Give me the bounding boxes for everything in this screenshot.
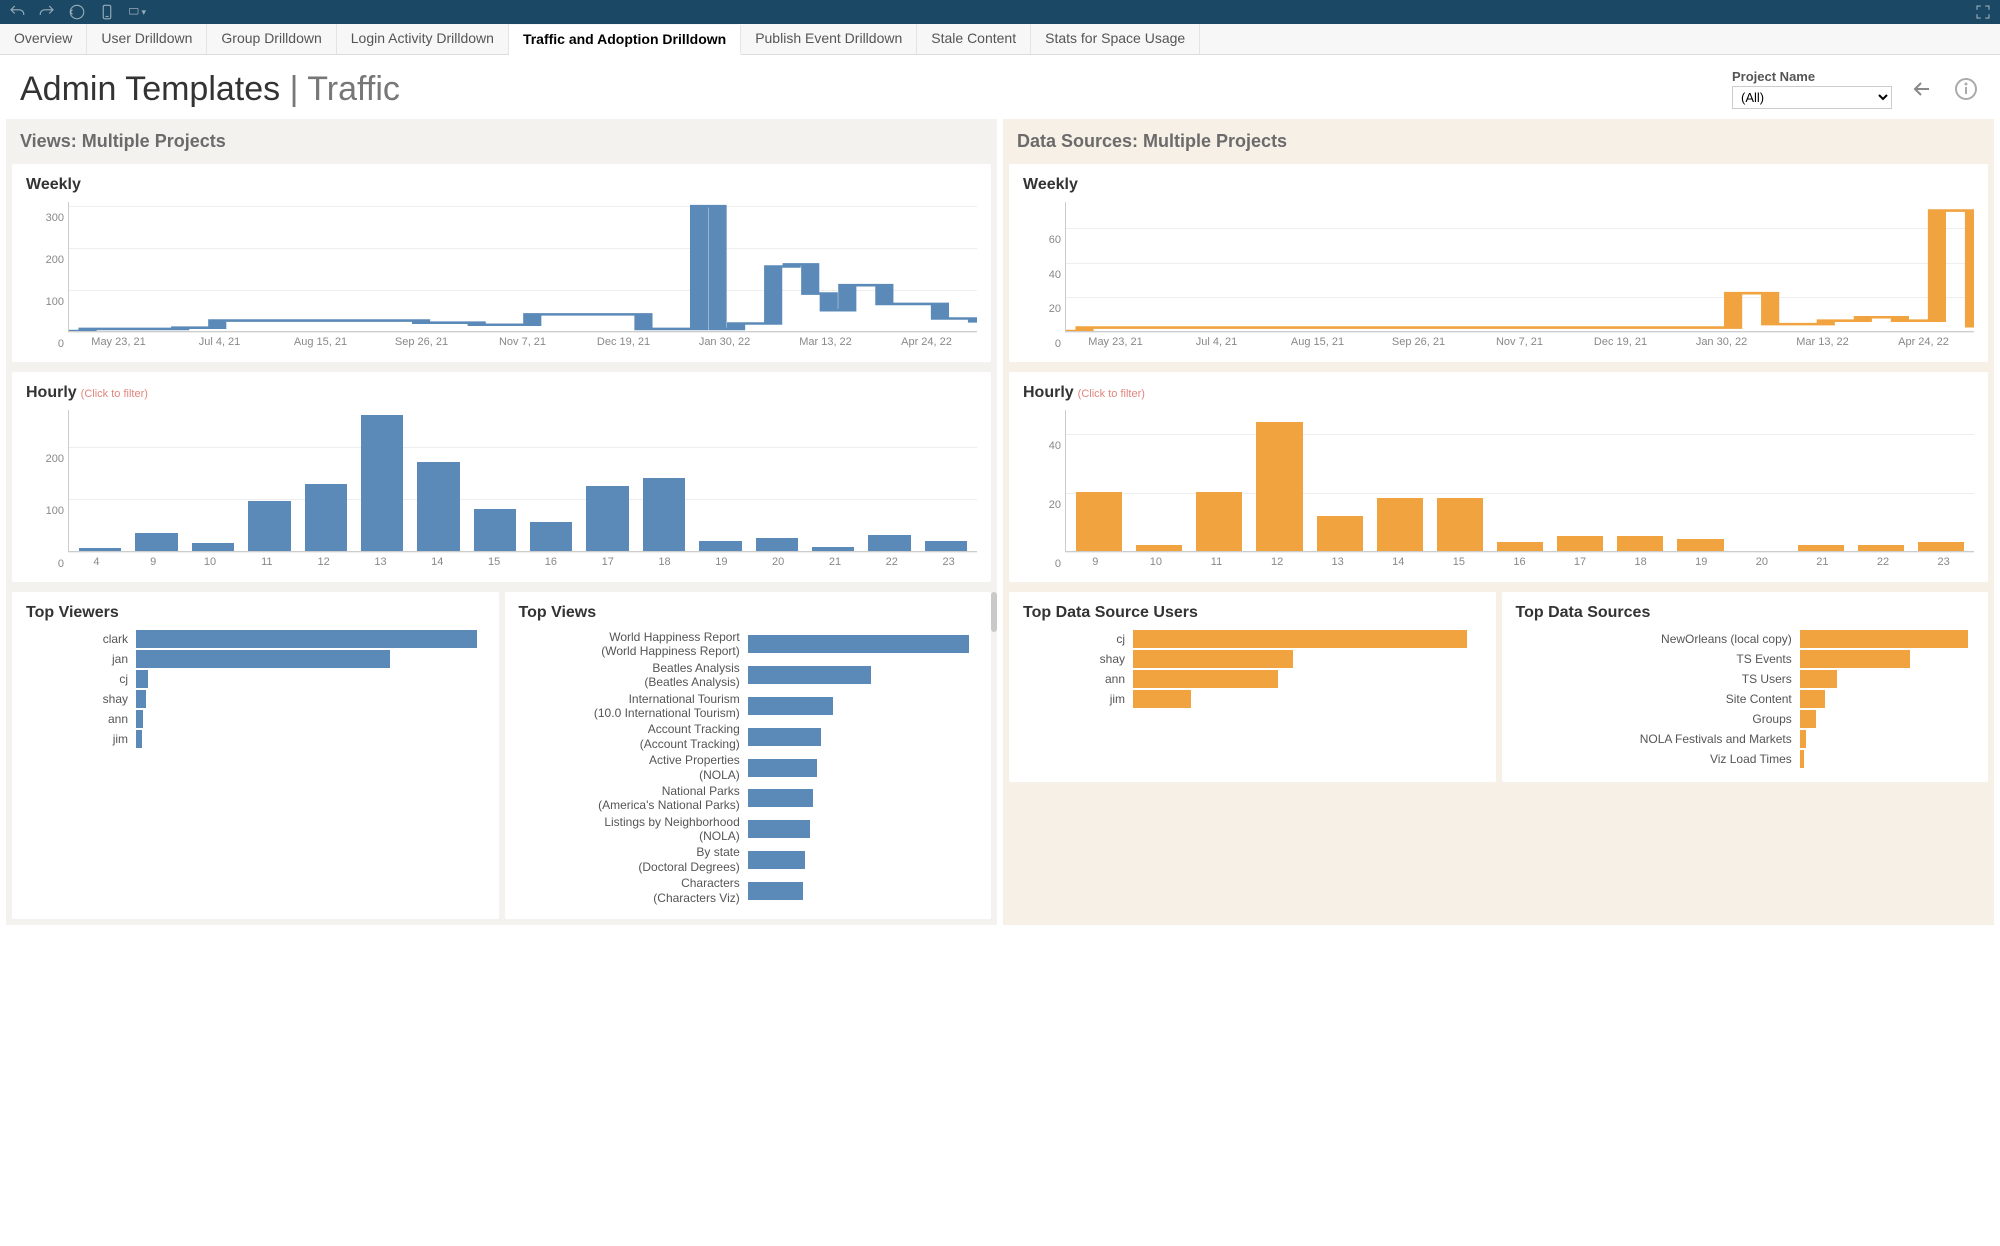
tab-publish-event-drilldown[interactable]: Publish Event Drilldown	[741, 24, 917, 54]
views-section-title: Views: Multiple Projects	[6, 119, 997, 160]
datasources-column: Data Sources: Multiple Projects Weekly 0…	[1003, 119, 1994, 925]
info-icon[interactable]	[1952, 75, 1980, 103]
list-item[interactable]: World Happiness Report(World Happiness R…	[519, 630, 978, 659]
views-weekly-title: Weekly	[26, 176, 977, 194]
filter-label: Project Name	[1732, 69, 1892, 84]
top-viewers-chart[interactable]: clark jan cj shay ann jim	[26, 630, 485, 748]
worksheet-tabs: OverviewUser DrilldownGroup DrilldownLog…	[0, 24, 2000, 55]
list-item[interactable]: TS Events	[1516, 650, 1975, 668]
list-item[interactable]: NOLA Festivals and Markets	[1516, 730, 1975, 748]
top-ds-users-chart[interactable]: cj shay ann jim	[1023, 630, 1482, 708]
list-item[interactable]: cj	[26, 670, 485, 688]
tab-login-activity-drilldown[interactable]: Login Activity Drilldown	[337, 24, 509, 54]
list-item[interactable]: Characters(Characters Viz)	[519, 876, 978, 905]
ds-hourly-chart[interactable]: 0204091011121314151617181920212223	[1023, 410, 1974, 570]
list-item[interactable]: clark	[26, 630, 485, 648]
device-icon[interactable]	[98, 3, 116, 21]
tab-stats-for-space-usage[interactable]: Stats for Space Usage	[1031, 24, 1200, 54]
list-item[interactable]: cj	[1023, 630, 1482, 648]
list-item[interactable]: Active Properties(NOLA)	[519, 753, 978, 782]
presentation-icon[interactable]: ▾	[128, 3, 146, 21]
tab-overview[interactable]: Overview	[0, 24, 87, 54]
scrollbar[interactable]	[991, 592, 997, 632]
list-item[interactable]: shay	[1023, 650, 1482, 668]
ds-hourly-card[interactable]: Hourly(Click to filter) 0204091011121314…	[1009, 372, 1988, 582]
list-item[interactable]: ann	[26, 710, 485, 728]
list-item[interactable]: Account Tracking(Account Tracking)	[519, 722, 978, 751]
list-item[interactable]: NewOrleans (local copy)	[1516, 630, 1975, 648]
project-name-select[interactable]: (All)	[1732, 86, 1892, 109]
redo-icon[interactable]	[38, 3, 56, 21]
page-title: Admin Templates | Traffic	[20, 70, 400, 109]
title-row: Admin Templates | Traffic Project Name (…	[0, 55, 2000, 119]
fullscreen-icon[interactable]	[1974, 3, 1992, 21]
list-item[interactable]: Beatles Analysis(Beatles Analysis)	[519, 661, 978, 690]
top-ds-title: Top Data Sources	[1516, 604, 1975, 622]
top-views-chart[interactable]: World Happiness Report(World Happiness R…	[519, 630, 978, 905]
views-hourly-chart[interactable]: 0100200491011121314151617181920212223	[26, 410, 977, 570]
undo-icon[interactable]	[8, 3, 26, 21]
top-ds-chart[interactable]: NewOrleans (local copy) TS Events TS Users…	[1516, 630, 1975, 768]
ds-weekly-title: Weekly	[1023, 176, 1974, 194]
views-hourly-card[interactable]: Hourly(Click to filter) 0100200491011121…	[12, 372, 991, 582]
app-toolbar: ▾	[0, 0, 2000, 24]
top-ds-users-title: Top Data Source Users	[1023, 604, 1482, 622]
list-item[interactable]: National Parks(America's National Parks)	[519, 784, 978, 813]
list-item[interactable]: By state(Doctoral Degrees)	[519, 845, 978, 874]
top-ds-card[interactable]: Top Data Sources NewOrleans (local copy)…	[1502, 592, 1989, 782]
top-viewers-card[interactable]: Top Viewers clark jan cj shay ann jim	[12, 592, 499, 919]
list-item[interactable]: International Tourism(10.0 International…	[519, 692, 978, 721]
views-hourly-title: Hourly(Click to filter)	[26, 384, 977, 402]
ds-hourly-title: Hourly(Click to filter)	[1023, 384, 1974, 402]
list-item[interactable]: Groups	[1516, 710, 1975, 728]
top-views-title: Top Views	[519, 604, 978, 622]
list-item[interactable]: jim	[1023, 690, 1482, 708]
tab-group-drilldown[interactable]: Group Drilldown	[207, 24, 336, 54]
views-weekly-chart[interactable]: 0100200300May 23, 21Jul 4, 21Aug 15, 21S…	[26, 202, 977, 350]
list-item[interactable]: Listings by Neighborhood(NOLA)	[519, 815, 978, 844]
list-item[interactable]: jim	[26, 730, 485, 748]
list-item[interactable]: ann	[1023, 670, 1482, 688]
ds-section-title: Data Sources: Multiple Projects	[1003, 119, 1994, 160]
revert-icon[interactable]	[68, 3, 86, 21]
tab-traffic-and-adoption-drilldown[interactable]: Traffic and Adoption Drilldown	[509, 25, 741, 55]
ds-weekly-card[interactable]: Weekly 0204060May 23, 21Jul 4, 21Aug 15,…	[1009, 164, 1988, 362]
list-item[interactable]: Site Content	[1516, 690, 1975, 708]
top-viewers-title: Top Viewers	[26, 604, 485, 622]
list-item[interactable]: jan	[26, 650, 485, 668]
tab-user-drilldown[interactable]: User Drilldown	[87, 24, 207, 54]
back-arrow-icon[interactable]	[1908, 75, 1936, 103]
top-ds-users-card[interactable]: Top Data Source Users cj shay ann jim	[1009, 592, 1496, 782]
tab-stale-content[interactable]: Stale Content	[917, 24, 1031, 54]
list-item[interactable]: Viz Load Times	[1516, 750, 1975, 768]
views-column: Views: Multiple Projects Weekly 01002003…	[6, 119, 997, 925]
views-weekly-card[interactable]: Weekly 0100200300May 23, 21Jul 4, 21Aug …	[12, 164, 991, 362]
list-item[interactable]: shay	[26, 690, 485, 708]
ds-weekly-chart[interactable]: 0204060May 23, 21Jul 4, 21Aug 15, 21Sep …	[1023, 202, 1974, 350]
top-views-card[interactable]: Top Views World Happiness Report(World H…	[505, 592, 992, 919]
list-item[interactable]: TS Users	[1516, 670, 1975, 688]
